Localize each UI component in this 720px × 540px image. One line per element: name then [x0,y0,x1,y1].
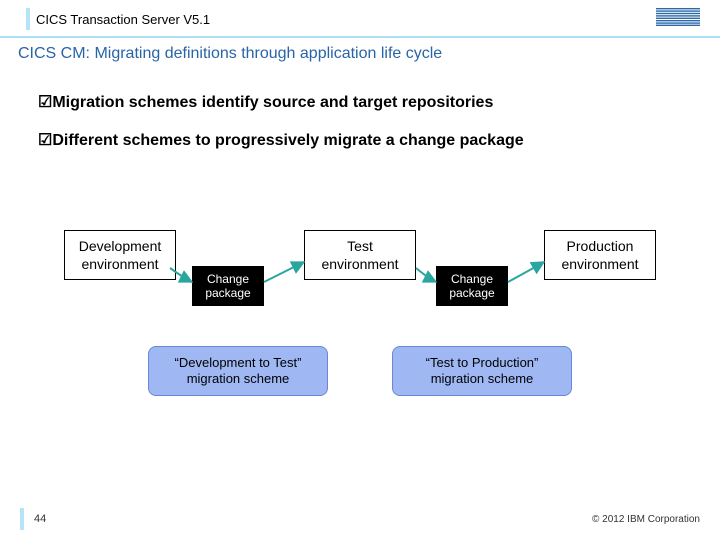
bullet-item: ☑ Different schemes to progressively mig… [38,130,682,152]
footer-left: 44 [20,508,46,530]
product-name: CICS Transaction Server V5.1 [36,12,210,27]
change-package-box: Changepackage [436,266,508,306]
title-band: CICS CM: Migrating definitions through a… [0,36,720,70]
bullet-list: ☑ Migration schemes identify source and … [38,92,682,168]
checkbox-icon: ☑ [38,130,52,152]
env-box-test: Testenvironment [304,230,416,280]
checkbox-icon: ☑ [38,92,52,114]
scheme-box-test-to-prod: “Test to Production”migration scheme [392,346,572,396]
copyright-text: © 2012 IBM Corporation [592,514,700,525]
env-box-production: Productionenvironment [544,230,656,280]
scheme-box-dev-to-test: “Development to Test”migration scheme [148,346,328,396]
ibm-logo-icon [656,8,700,31]
migration-diagram: Developmentenvironment Testenvironment P… [0,230,720,430]
slide-title: CICS CM: Migrating definitions through a… [18,45,442,63]
bullet-item: ☑ Migration schemes identify source and … [38,92,682,114]
slide-header: CICS Transaction Server V5.1 [26,8,700,30]
page-number: 44 [34,513,46,525]
slide: CICS Transaction Server V5.1 CICS CM: Mi… [0,0,720,540]
bullet-text: Different schemes to progressively migra… [52,130,523,152]
footer-accent [20,508,24,530]
bullet-text: Migration schemes identify source and ta… [52,92,493,114]
header-accent [26,8,30,30]
slide-footer: 44 © 2012 IBM Corporation [0,508,720,530]
change-package-box: Changepackage [192,266,264,306]
env-box-development: Developmentenvironment [64,230,176,280]
